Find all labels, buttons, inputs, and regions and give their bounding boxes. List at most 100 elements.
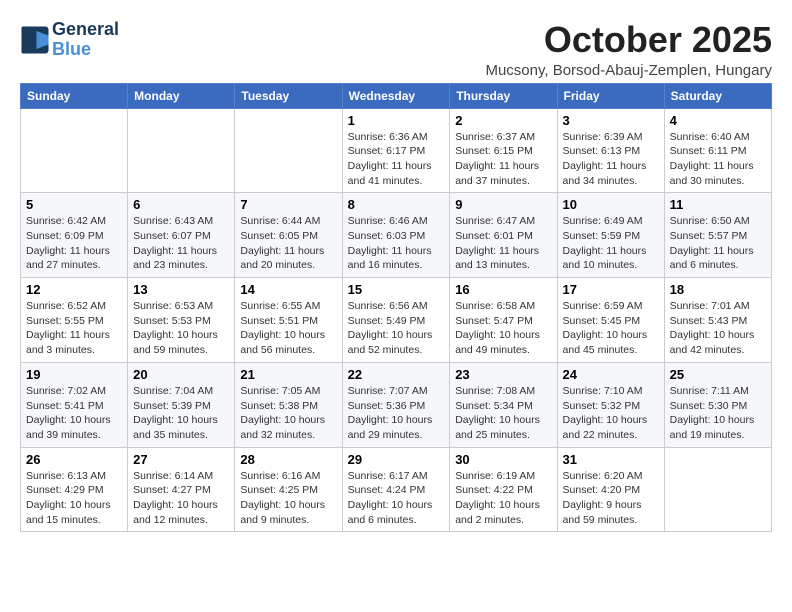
- calendar-cell: 20 Sunrise: 7:04 AMSunset: 5:39 PMDayligh…: [128, 362, 235, 447]
- day-info: Sunrise: 7:04 AMSunset: 5:39 PMDaylight:…: [133, 384, 229, 443]
- calendar-cell: 9 Sunrise: 6:47 AMSunset: 6:01 PMDaylight…: [450, 193, 557, 278]
- day-number: 9: [455, 197, 551, 212]
- day-info: Sunrise: 7:08 AMSunset: 5:34 PMDaylight:…: [455, 384, 551, 443]
- day-number: 20: [133, 367, 229, 382]
- day-number: 18: [670, 282, 766, 297]
- calendar-cell: 6 Sunrise: 6:43 AMSunset: 6:07 PMDaylight…: [128, 193, 235, 278]
- day-number: 26: [26, 452, 122, 467]
- calendar-cell: 15 Sunrise: 6:56 AMSunset: 5:49 PMDayligh…: [342, 278, 450, 363]
- day-info: Sunrise: 6:43 AMSunset: 6:07 PMDaylight:…: [133, 214, 229, 273]
- day-number: 3: [563, 113, 659, 128]
- header-friday: Friday: [557, 83, 664, 108]
- day-info: Sunrise: 7:07 AMSunset: 5:36 PMDaylight:…: [348, 384, 445, 443]
- calendar-cell: 8Sunrise: 6:46 AMSunset: 6:03 PMDaylight…: [342, 193, 450, 278]
- day-number: 16: [455, 282, 551, 297]
- calendar-cell: 25 Sunrise: 7:11 AMSunset: 5:30 PMDayligh…: [664, 362, 771, 447]
- header-thursday: Thursday: [450, 83, 557, 108]
- calendar-cell: 4Sunrise: 6:40 AMSunset: 6:11 PMDaylight…: [664, 108, 771, 193]
- calendar-cell: 13 Sunrise: 6:53 AMSunset: 5:53 PMDayligh…: [128, 278, 235, 363]
- day-number: 2: [455, 113, 551, 128]
- day-info: Sunrise: 6:58 AMSunset: 5:47 PMDaylight:…: [455, 299, 551, 358]
- day-info: Sunrise: 6:50 AMSunset: 5:57 PMDaylight:…: [670, 214, 766, 273]
- day-number: 22: [348, 367, 445, 382]
- header-monday: Monday: [128, 83, 235, 108]
- day-info: Sunrise: 7:02 AMSunset: 5:41 PMDaylight:…: [26, 384, 122, 443]
- calendar-cell: 7 Sunrise: 6:44 AMSunset: 6:05 PMDaylight…: [235, 193, 342, 278]
- day-number: 19: [26, 367, 122, 382]
- header-wednesday: Wednesday: [342, 83, 450, 108]
- day-number: 21: [240, 367, 336, 382]
- day-info: Sunrise: 6:37 AMSunset: 6:15 PMDaylight:…: [455, 130, 551, 189]
- calendar-cell: [664, 447, 771, 532]
- page-container: GeneralBlue October 2025 Mucsony, Borsod…: [20, 20, 772, 532]
- calendar-week-row-5: 26Sunrise: 6:13 AMSunset: 4:29 PMDayligh…: [21, 447, 772, 532]
- calendar-week-row-1: 1 Sunrise: 6:36 AMSunset: 6:17 PMDaylight…: [21, 108, 772, 193]
- day-info: Sunrise: 6:52 AMSunset: 5:55 PMDaylight:…: [26, 299, 122, 358]
- day-number: 1: [348, 113, 445, 128]
- calendar-cell: 19 Sunrise: 7:02 AMSunset: 5:41 PMDayligh…: [21, 362, 128, 447]
- day-info: Sunrise: 6:19 AMSunset: 4:22 PMDaylight:…: [455, 469, 551, 528]
- header-saturday: Saturday: [664, 83, 771, 108]
- day-number: 17: [563, 282, 659, 297]
- day-info: Sunrise: 6:59 AMSunset: 5:45 PMDaylight:…: [563, 299, 659, 358]
- calendar-cell: [128, 108, 235, 193]
- calendar-cell: 22 Sunrise: 7:07 AMSunset: 5:36 PMDayligh…: [342, 362, 450, 447]
- day-info: Sunrise: 6:44 AMSunset: 6:05 PMDaylight:…: [240, 214, 336, 273]
- day-info: Sunrise: 6:49 AMSunset: 5:59 PMDaylight:…: [563, 214, 659, 273]
- header-tuesday: Tuesday: [235, 83, 342, 108]
- day-number: 23: [455, 367, 551, 382]
- calendar-cell: 17 Sunrise: 6:59 AMSunset: 5:45 PMDayligh…: [557, 278, 664, 363]
- calendar-cell: [235, 108, 342, 193]
- day-info: Sunrise: 7:01 AMSunset: 5:43 PMDaylight:…: [670, 299, 766, 358]
- day-number: 13: [133, 282, 229, 297]
- calendar-cell: 21 Sunrise: 7:05 AMSunset: 5:38 PMDayligh…: [235, 362, 342, 447]
- day-info: Sunrise: 6:20 AMSunset: 4:20 PMDaylight:…: [563, 469, 659, 528]
- calendar-week-row-2: 5 Sunrise: 6:42 AMSunset: 6:09 PMDaylight…: [21, 193, 772, 278]
- day-number: 15: [348, 282, 445, 297]
- day-number: 25: [670, 367, 766, 382]
- day-number: 11: [670, 197, 766, 212]
- day-number: 12: [26, 282, 122, 297]
- day-number: 10: [563, 197, 659, 212]
- day-number: 5: [26, 197, 122, 212]
- month-title: October 2025: [485, 20, 772, 60]
- day-info: Sunrise: 7:10 AMSunset: 5:32 PMDaylight:…: [563, 384, 659, 443]
- day-number: 27: [133, 452, 229, 467]
- day-info: Sunrise: 7:05 AMSunset: 5:38 PMDaylight:…: [240, 384, 336, 443]
- day-number: 4: [670, 113, 766, 128]
- calendar-cell: 11 Sunrise: 6:50 AMSunset: 5:57 PMDayligh…: [664, 193, 771, 278]
- calendar-cell: 23 Sunrise: 7:08 AMSunset: 5:34 PMDayligh…: [450, 362, 557, 447]
- calendar-cell: 14Sunrise: 6:55 AMSunset: 5:51 PMDayligh…: [235, 278, 342, 363]
- day-number: 14: [240, 282, 336, 297]
- day-number: 6: [133, 197, 229, 212]
- calendar-cell: 27 Sunrise: 6:14 AMSunset: 4:27 PMDayligh…: [128, 447, 235, 532]
- day-number: 7: [240, 197, 336, 212]
- day-number: 30: [455, 452, 551, 467]
- location-subtitle: Mucsony, Borsod-Abauj-Zemplen, Hungary: [485, 62, 772, 79]
- day-info: Sunrise: 6:16 AMSunset: 4:25 PMDaylight:…: [240, 469, 336, 528]
- day-number: 28: [240, 452, 336, 467]
- logo-icon: [20, 25, 50, 55]
- title-area: October 2025 Mucsony, Borsod-Abauj-Zempl…: [485, 20, 772, 79]
- header-sunday: Sunday: [21, 83, 128, 108]
- day-info: Sunrise: 6:56 AMSunset: 5:49 PMDaylight:…: [348, 299, 445, 358]
- day-info: Sunrise: 6:42 AMSunset: 6:09 PMDaylight:…: [26, 214, 122, 273]
- calendar-cell: 26Sunrise: 6:13 AMSunset: 4:29 PMDayligh…: [21, 447, 128, 532]
- day-info: Sunrise: 6:39 AMSunset: 6:13 PMDaylight:…: [563, 130, 659, 189]
- calendar-cell: 2 Sunrise: 6:37 AMSunset: 6:15 PMDaylight…: [450, 108, 557, 193]
- calendar-cell: 29Sunrise: 6:17 AMSunset: 4:24 PMDayligh…: [342, 447, 450, 532]
- logo-text: GeneralBlue: [52, 20, 119, 60]
- day-info: Sunrise: 6:53 AMSunset: 5:53 PMDaylight:…: [133, 299, 229, 358]
- day-number: 8: [348, 197, 445, 212]
- calendar-cell: 28 Sunrise: 6:16 AMSunset: 4:25 PMDayligh…: [235, 447, 342, 532]
- calendar-cell: 10 Sunrise: 6:49 AMSunset: 5:59 PMDayligh…: [557, 193, 664, 278]
- calendar-week-row-4: 19 Sunrise: 7:02 AMSunset: 5:41 PMDayligh…: [21, 362, 772, 447]
- day-info: Sunrise: 7:11 AMSunset: 5:30 PMDaylight:…: [670, 384, 766, 443]
- calendar-cell: 16 Sunrise: 6:58 AMSunset: 5:47 PMDayligh…: [450, 278, 557, 363]
- day-info: Sunrise: 6:14 AMSunset: 4:27 PMDaylight:…: [133, 469, 229, 528]
- day-info: Sunrise: 6:47 AMSunset: 6:01 PMDaylight:…: [455, 214, 551, 273]
- day-info: Sunrise: 6:36 AMSunset: 6:17 PMDaylight:…: [348, 130, 445, 189]
- day-info: Sunrise: 6:17 AMSunset: 4:24 PMDaylight:…: [348, 469, 445, 528]
- calendar-cell: 31Sunrise: 6:20 AMSunset: 4:20 PMDayligh…: [557, 447, 664, 532]
- calendar-cell: 24Sunrise: 7:10 AMSunset: 5:32 PMDayligh…: [557, 362, 664, 447]
